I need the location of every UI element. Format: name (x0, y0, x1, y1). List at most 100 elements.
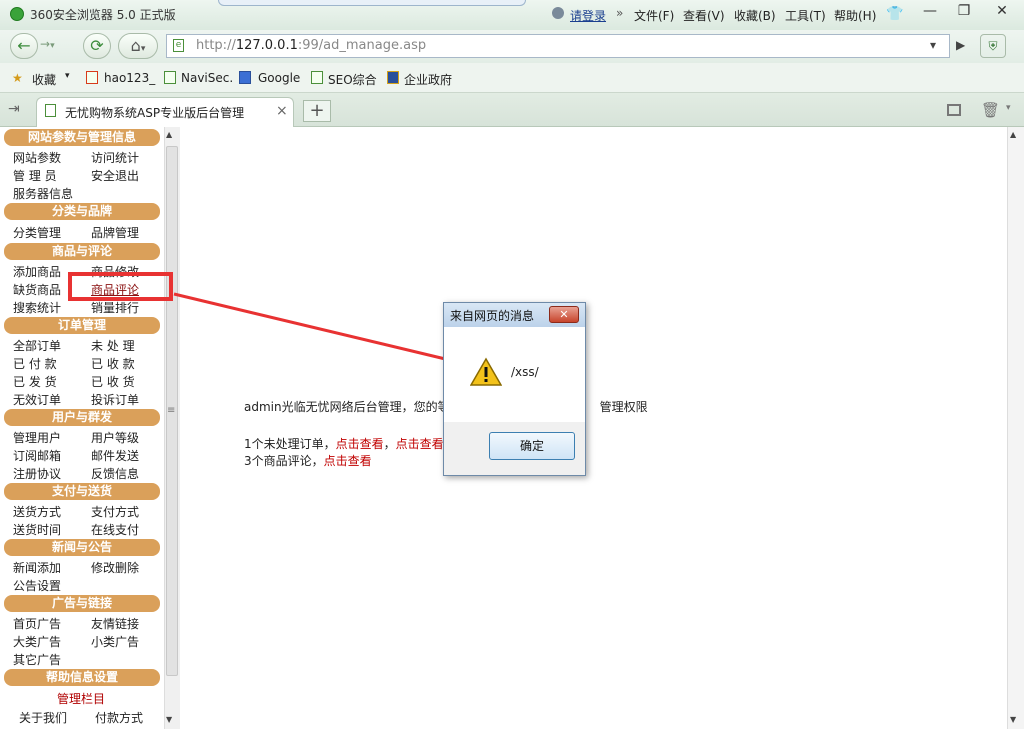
forward-button[interactable]: →▾ (40, 37, 55, 51)
link-admins[interactable]: 管 理 员 (13, 167, 57, 184)
menu-file[interactable]: 文件(F) (634, 7, 674, 24)
scroll-up-icon[interactable]: ▲ (166, 130, 172, 139)
link-logout[interactable]: 安全退出 (91, 167, 139, 184)
google-icon (239, 71, 251, 84)
link-subcategory-ads[interactable]: 小类广告 (91, 633, 139, 650)
refresh-button[interactable]: ⟳ (83, 33, 111, 59)
tab-list-icon[interactable] (947, 104, 961, 116)
annotation-highlight-box (68, 272, 173, 301)
link-edit-news[interactable]: 修改删除 (91, 559, 139, 576)
warning-icon (470, 357, 502, 386)
menu-help[interactable]: 帮助(H) (834, 7, 876, 24)
link-unprocessed[interactable]: 未 处 理 (91, 337, 135, 354)
new-tab-button[interactable]: + (303, 100, 331, 122)
link-search-stats[interactable]: 搜索统计 (13, 299, 61, 316)
bookmark-enterprise[interactable]: 企业政府 (404, 71, 452, 88)
link-add-goods[interactable]: 添加商品 (13, 263, 61, 280)
link-about-us[interactable]: 关于我们 (19, 709, 67, 726)
view-orders-link[interactable]: 点击查看 (336, 437, 384, 451)
bookmark-navisec[interactable]: NaviSec. (181, 71, 233, 85)
link-subscribe-email[interactable]: 订阅邮箱 (13, 447, 61, 464)
security-shield-button[interactable]: ⛨ (980, 34, 1006, 58)
menu-tools[interactable]: 工具(T) (785, 7, 826, 24)
link-brand-mgmt[interactable]: 品牌管理 (91, 224, 139, 241)
skin-shirt-icon[interactable]: 👕 (886, 6, 903, 22)
link-invalid-orders[interactable]: 无效订单 (13, 391, 61, 408)
view-orders-link-2[interactable]: 点击查看 (396, 437, 444, 451)
sidebar-toggle-icon[interactable]: ⇥ (8, 101, 20, 117)
link-all-orders[interactable]: 全部订单 (13, 337, 61, 354)
link-shipped[interactable]: 已 发 货 (13, 373, 57, 390)
bookmark-seo[interactable]: SEO综合 (328, 71, 377, 88)
link-manage-users[interactable]: 管理用户 (13, 429, 61, 446)
link-site-params[interactable]: 网站参数 (13, 149, 61, 166)
section-payment-shipping[interactable]: 支付与送货 (4, 483, 160, 500)
orders-notice: 1个未处理订单，点击查看，点击查看 (244, 437, 444, 451)
favorites-dropdown-icon[interactable]: ▾ (65, 71, 70, 81)
link-online-payment[interactable]: 在线支付 (91, 521, 139, 538)
link-category-mgmt[interactable]: 分类管理 (13, 224, 61, 241)
link-complaint-orders[interactable]: 投诉订单 (91, 391, 139, 408)
enterprise-icon (387, 71, 399, 84)
link-manage-columns[interactable]: 管理栏目 (57, 690, 105, 707)
section-help[interactable]: 帮助信息设置 (4, 669, 160, 686)
link-home-ads[interactable]: 首页广告 (13, 615, 61, 632)
link-shipping-methods[interactable]: 送货方式 (13, 503, 61, 520)
trash-icon[interactable]: 🗑 (981, 101, 1000, 119)
page-icon (164, 71, 176, 84)
link-other-ads[interactable]: 其它广告 (13, 651, 61, 668)
close-window-button[interactable]: ✕ (984, 0, 1020, 22)
link-paid[interactable]: 已 付 款 (13, 355, 57, 372)
section-news[interactable]: 新闻与公告 (4, 539, 160, 556)
link-announcement[interactable]: 公告设置 (13, 577, 61, 594)
link-server-info[interactable]: 服务器信息 (13, 185, 73, 202)
url-text[interactable]: http://127.0.0.1:99/ad_manage.asp (196, 38, 426, 53)
link-out-of-stock[interactable]: 缺货商品 (13, 281, 61, 298)
scroll-down-icon[interactable]: ▼ (166, 715, 172, 724)
view-reviews-link[interactable]: 点击查看 (324, 454, 372, 468)
home-button[interactable]: ⌂▾ (118, 33, 158, 59)
favorites-button[interactable]: 收藏 (32, 71, 56, 88)
link-received-payment[interactable]: 已 收 款 (91, 355, 135, 372)
section-users[interactable]: 用户与群发 (4, 409, 160, 426)
bookmark-google[interactable]: Google (258, 71, 300, 85)
minimize-button[interactable]: — (912, 0, 948, 22)
bookmark-hao123[interactable]: hao123_ (104, 71, 155, 85)
link-sales-rank[interactable]: 销量排行 (91, 299, 139, 316)
link-user-levels[interactable]: 用户等级 (91, 429, 139, 446)
link-delivered[interactable]: 已 收 货 (91, 373, 135, 390)
dialog-message: /xss/ (511, 365, 539, 379)
link-feedback[interactable]: 反馈信息 (91, 465, 139, 482)
link-friend-links[interactable]: 友情链接 (91, 615, 139, 632)
link-category-ads[interactable]: 大类广告 (13, 633, 61, 650)
link-register-terms[interactable]: 注册协议 (13, 465, 61, 482)
menu-favorites[interactable]: 收藏(B) (734, 7, 776, 24)
section-category-brand[interactable]: 分类与品牌 (4, 203, 160, 220)
back-button[interactable]: ← (10, 33, 38, 59)
link-visit-stats[interactable]: 访问统计 (91, 149, 139, 166)
page-icon (45, 104, 56, 117)
url-dropdown-icon[interactable]: ▾ (930, 38, 936, 52)
refresh-icon: ⟳ (90, 36, 104, 55)
link-send-mail[interactable]: 邮件发送 (91, 447, 139, 464)
main-scrollbar[interactable] (1007, 127, 1024, 729)
section-goods-reviews[interactable]: 商品与评论 (4, 243, 160, 260)
link-add-news[interactable]: 新闻添加 (13, 559, 61, 576)
login-link[interactable]: 请登录 (570, 7, 606, 24)
link-payment-methods[interactable]: 支付方式 (91, 503, 139, 520)
go-arrow-icon[interactable]: ▶ (956, 38, 965, 52)
section-orders[interactable]: 订单管理 (4, 317, 160, 334)
ok-button[interactable]: 确定 (489, 432, 575, 460)
dialog-close-button[interactable]: ✕ (549, 306, 579, 323)
menu-view[interactable]: 查看(V) (683, 7, 725, 24)
reviews-notice: 3个商品评论，点击查看 (244, 454, 372, 468)
trash-dropdown-icon[interactable]: ▾ (1006, 103, 1011, 113)
maximize-button[interactable]: ❐ (946, 0, 982, 22)
tab-close-icon[interactable]: × (276, 103, 288, 119)
scroll-down-icon[interactable]: ▼ (1010, 715, 1016, 724)
link-shipping-time[interactable]: 送货时间 (13, 521, 61, 538)
section-ads-links[interactable]: 广告与链接 (4, 595, 160, 612)
scroll-up-icon[interactable]: ▲ (1010, 130, 1016, 139)
link-payment-info[interactable]: 付款方式 (95, 709, 143, 726)
section-site-params[interactable]: 网站参数与管理信息 (4, 129, 160, 146)
